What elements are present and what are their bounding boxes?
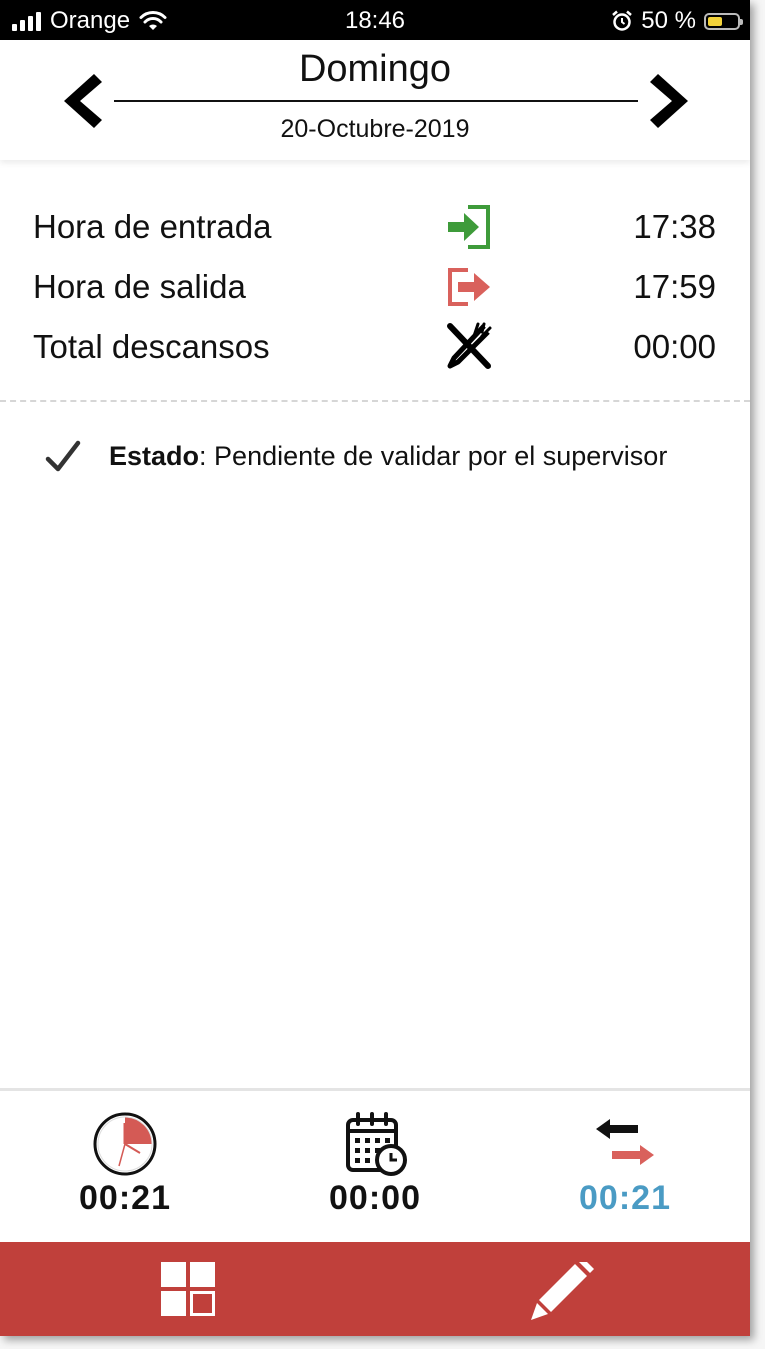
section-divider [0, 400, 750, 402]
summary-bar: 00:21 00:00 00:21 [0, 1088, 750, 1246]
grid-icon [161, 1262, 215, 1316]
row-label: Hora de salida [33, 268, 246, 305]
day-header: Domingo 20-Octubre-2019 [0, 40, 750, 160]
row-value: 00:00 [633, 328, 716, 365]
clock-icon [93, 1112, 157, 1176]
row-value: 17:38 [633, 208, 716, 245]
summary-value: 00:21 [79, 1179, 171, 1217]
dashboard-button[interactable] [0, 1242, 375, 1336]
status-bar: Orange 18:46 50 % [0, 0, 750, 40]
status-right: 50 % [611, 7, 743, 35]
next-day-arrow-icon[interactable] [646, 70, 696, 132]
battery-percent: 50 % [641, 7, 696, 34]
edit-button[interactable] [375, 1242, 750, 1336]
battery-icon [704, 12, 743, 30]
row-label: Hora de entrada [33, 208, 272, 245]
entry-row: Hora de entrada 17:38 [0, 196, 750, 252]
pencil-icon [531, 1262, 594, 1320]
bottom-toolbar [0, 1242, 750, 1336]
day-title: Domingo [298, 48, 452, 90]
date-subtitle: 20-Octubre-2019 [280, 115, 470, 143]
status-text: Estado: Pendiente de validar por el supe… [109, 441, 667, 472]
status-value: Pendiente de validar por el supervisor [214, 441, 668, 471]
status-separator: : [199, 441, 215, 471]
exit-icon [448, 268, 490, 306]
entry-icon [448, 205, 490, 249]
checkmark-icon [45, 440, 81, 472]
scheduled-time-summary[interactable]: 00:00 [250, 1091, 500, 1246]
status-label: Estado [109, 441, 200, 471]
status-line: Estado: Pendiente de validar por el supe… [0, 435, 750, 479]
phone-screen: Orange 18:46 50 % Domingo 20-Octubre-201… [0, 0, 750, 1336]
swap-arrows-icon [596, 1119, 654, 1165]
exit-row: Hora de salida 17:59 [0, 256, 750, 312]
alarm-icon [612, 10, 633, 31]
row-label: Total descansos [33, 328, 270, 365]
worked-time-summary[interactable]: 00:21 [0, 1091, 250, 1246]
summary-value: 00:00 [329, 1179, 421, 1217]
calendar-clock-icon [346, 1112, 407, 1176]
breaks-row: Total descansos 00:00 [0, 316, 750, 372]
row-value: 17:59 [633, 268, 716, 305]
cutlery-icon [447, 322, 492, 369]
difference-summary[interactable]: 00:21 [500, 1091, 750, 1246]
summary-value: 00:21 [579, 1179, 671, 1217]
header-divider [114, 100, 638, 102]
